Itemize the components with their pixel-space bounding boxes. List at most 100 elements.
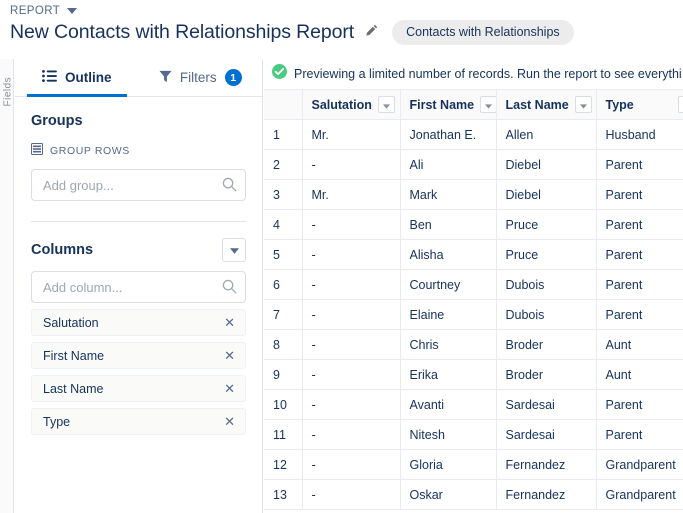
cell-salutation: - [302,209,401,240]
cell-salutation: - [302,329,401,360]
column-chip-label: First Name [43,348,105,363]
table-row[interactable]: 12- Gloria Fernandez Grandparent [264,449,683,480]
breadcrumb[interactable]: REPORT [10,5,78,17]
column-chip[interactable]: Type ✕ [31,408,246,435]
table-row[interactable]: 4- Ben Pruce Parent [264,209,683,240]
cell-salutation: - [302,269,401,300]
cell-salutation: - [302,299,401,330]
column-chip-label: Salutation [43,315,99,330]
cell-first-name: Erika [400,359,497,390]
cell-first-name: Mark [400,179,497,210]
outline-panel: Outline Filters 1 Groups GROUP ROWS Add … [15,59,263,513]
cell-first-name: Gloria [400,449,497,480]
columns-header: Columns [31,238,246,262]
breadcrumb-label: REPORT [10,5,61,17]
column-menu-button[interactable] [377,96,395,113]
fields-rail-collapsed[interactable]: Fields [0,59,14,513]
close-icon[interactable]: ✕ [223,413,236,430]
column-header-label: Type [605,97,634,112]
column-header-last-name[interactable]: Last Name [496,89,597,120]
add-column-input[interactable] [31,271,246,303]
column-header-type[interactable]: Type [596,89,683,120]
column-menu-button[interactable] [677,96,683,113]
page-title: New Contacts with Relationships Report [10,21,355,43]
tab-outline-label: Outline [65,70,112,85]
cell-last-name: Pruce [496,239,597,270]
cell-type: Aunt [596,329,683,360]
cell-type: Grandparent [596,479,683,510]
table-row[interactable]: 13- Oskar Fernandez Grandparent [264,479,683,510]
cell-first-name: Oskar [400,479,497,510]
table-row[interactable]: 2- Ali Diebel Parent [264,149,683,180]
column-header-salutation[interactable]: Salutation [302,89,401,120]
cell-first-name: Alisha [400,239,497,270]
groups-header: Groups [31,113,246,129]
cell-type: Parent [596,179,683,210]
cell-last-name: Pruce [496,209,597,240]
close-icon[interactable]: ✕ [223,347,236,364]
column-chip[interactable]: First Name ✕ [31,342,246,369]
cell-last-name: Broder [496,359,597,390]
table-row[interactable]: 6- Courtney Dubois Parent [264,269,683,300]
tab-outline[interactable]: Outline [15,59,139,97]
close-icon[interactable]: ✕ [223,380,236,397]
rows-icon [31,142,43,160]
table-row[interactable]: 9- Erika Broder Aunt [264,359,683,390]
cell-type: Parent [596,149,683,180]
table-row[interactable]: 1 Mr. Jonathan E. Allen Husband [264,119,683,150]
preview-banner: Previewing a limited number of records. … [264,59,683,89]
groups-section: Groups GROUP ROWS [15,97,262,222]
column-menu-button[interactable] [574,96,592,113]
column-chip[interactable]: Salutation ✕ [31,309,246,336]
title-row: New Contacts with Relationships Report C… [10,20,574,45]
column-header-first-name[interactable]: First Name [400,89,497,120]
page-header: REPORT New Contacts with Relationships R… [0,0,683,59]
column-header-label: First Name [409,97,475,112]
table-row[interactable]: 8- Chris Broder Aunt [264,329,683,360]
report-builder-screen: REPORT New Contacts with Relationships R… [0,0,683,513]
cell-last-name: Diebel [496,149,597,180]
chevron-down-icon[interactable] [67,8,78,14]
table-row[interactable]: 10- Avanti Sardesai Parent [264,389,683,420]
cell-salutation: - [302,359,401,390]
rownum-header [264,89,303,120]
table-row[interactable]: 3 Mr. Mark Diebel Parent [264,179,683,210]
row-number: 5 [264,239,303,270]
cell-salutation: - [302,419,401,450]
chevron-down-icon [382,98,390,112]
cell-salutation: - [302,149,401,180]
chevron-down-icon [485,98,493,112]
add-group-input[interactable] [31,169,246,201]
table-row[interactable]: 11- Nitesh Sardesai Parent [264,419,683,450]
columns-menu-button[interactable] [222,238,246,262]
cell-first-name: Jonathan E. [400,119,497,150]
close-icon[interactable]: ✕ [223,314,236,331]
pencil-icon[interactable] [364,23,379,43]
cell-type: Aunt [596,359,683,390]
tab-filters[interactable]: Filters 1 [139,59,263,96]
column-header-label: Salutation [311,97,372,112]
row-number: 3 [264,179,303,210]
cell-first-name: Elaine [400,299,497,330]
column-chip-label: Type [43,414,71,429]
chevron-down-icon [579,98,587,112]
table-row[interactable]: 7- Elaine Dubois Parent [264,299,683,330]
table-header-row: Salutation First Name Last Name Type [264,89,683,120]
add-column-field-wrap [31,271,246,303]
cell-last-name: Sardesai [496,389,597,420]
row-number: 9 [264,359,303,390]
report-preview: Previewing a limited number of records. … [264,59,683,513]
cell-type: Parent [596,389,683,420]
cell-first-name: Avanti [400,389,497,420]
column-menu-button[interactable] [480,96,495,113]
column-chip[interactable]: Last Name ✕ [31,375,246,402]
report-type-pill[interactable]: Contacts with Relationships [392,20,574,45]
row-number: 4 [264,209,303,240]
cell-type: Parent [596,269,683,300]
cell-salutation: - [302,389,401,420]
panel-tabs: Outline Filters 1 [15,59,262,97]
chevron-down-icon [229,241,239,259]
columns-section: Columns Salutation ✕ [15,222,262,435]
cell-salutation: - [302,239,401,270]
table-row[interactable]: 5- Alisha Pruce Parent [264,239,683,270]
